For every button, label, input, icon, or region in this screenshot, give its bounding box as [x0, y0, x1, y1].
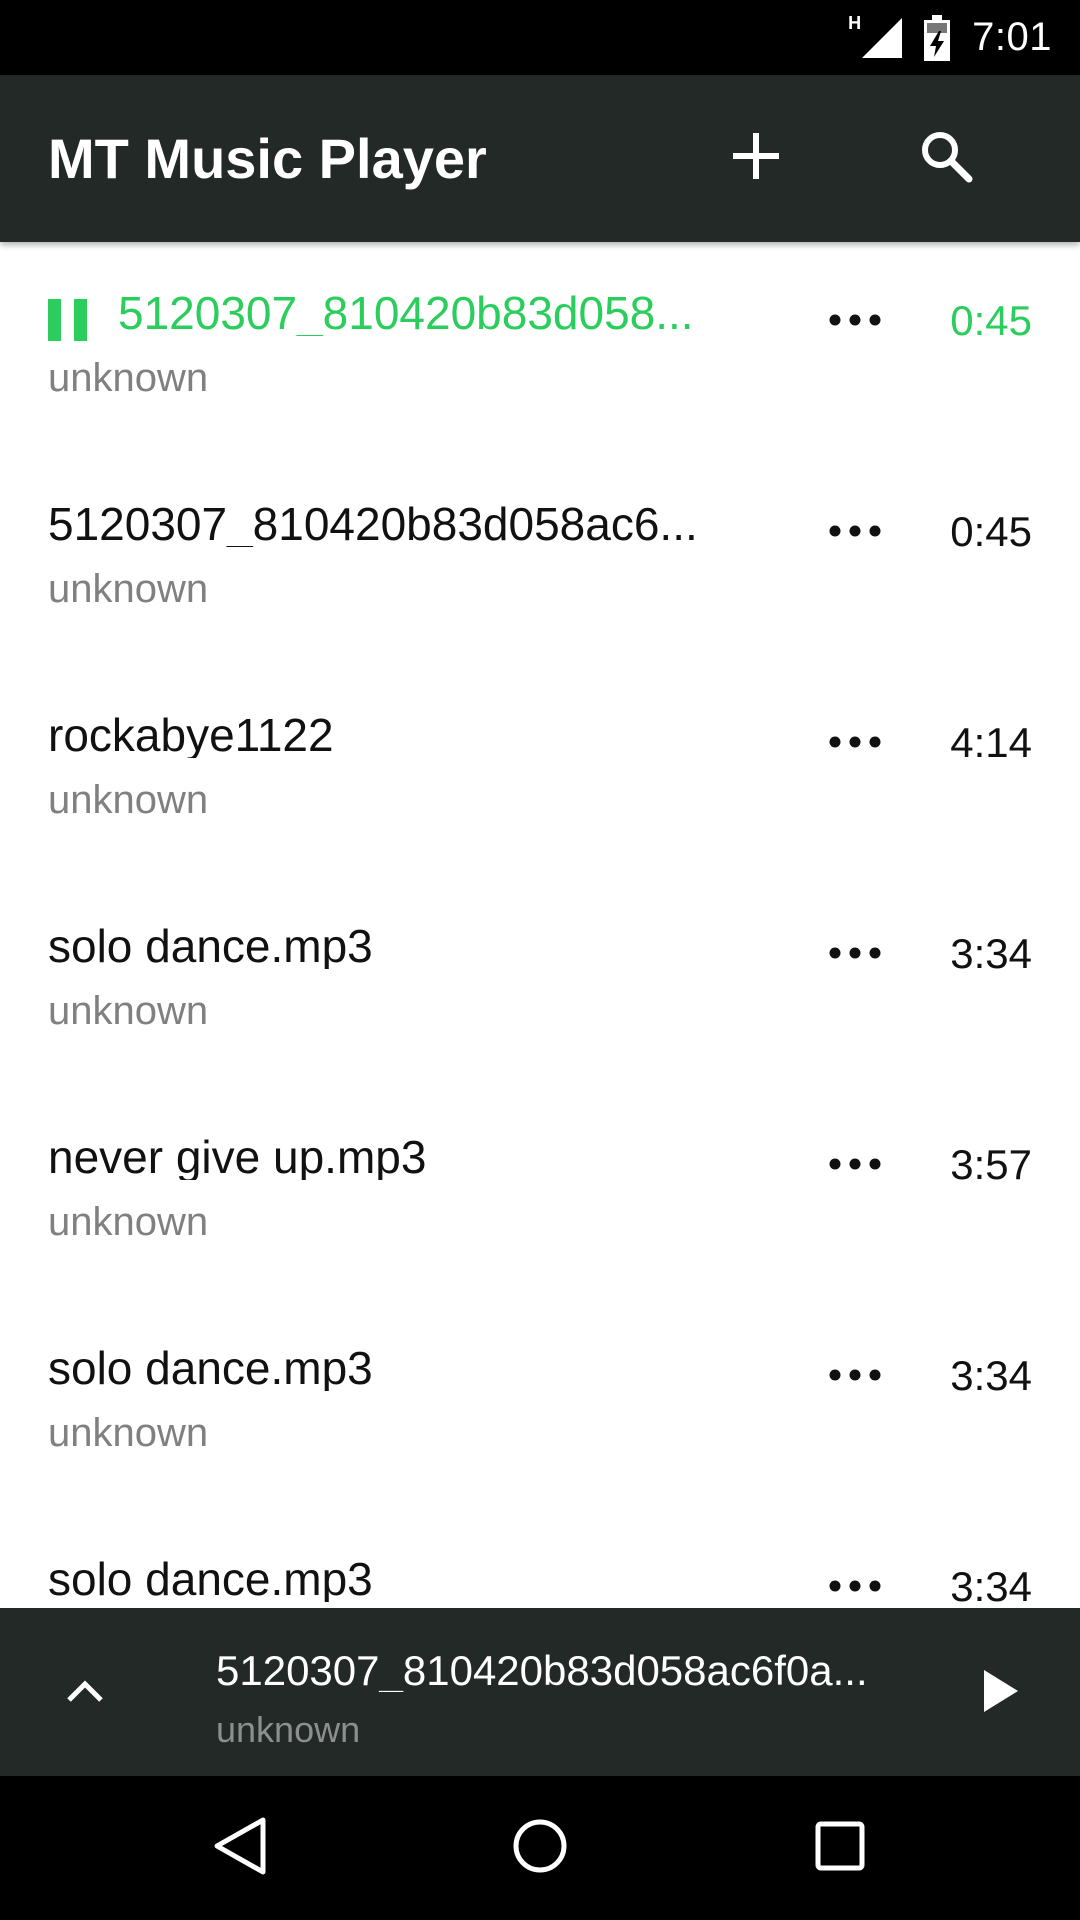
app-bar: MT Music Player	[0, 75, 1080, 242]
more-options-button[interactable]	[810, 923, 900, 987]
song-list: 5120307_810420b83d058... unknown 0:45 51…	[0, 242, 1080, 1608]
song-row[interactable]: solo dance.mp3 unknown 3:34	[0, 875, 1080, 1086]
song-row[interactable]: rockabye1122 unknown 4:14	[0, 664, 1080, 875]
more-options-button[interactable]	[810, 712, 900, 776]
home-icon	[512, 1818, 568, 1879]
signal-icon	[862, 17, 903, 58]
more-options-button[interactable]	[810, 1134, 900, 1198]
song-title: solo dance.mp3	[48, 923, 373, 969]
back-icon	[213, 1816, 267, 1881]
status-icons: H 7:01	[848, 0, 1052, 75]
song-row[interactable]: never give up.mp3 unknown 3:57	[0, 1086, 1080, 1297]
mini-player-title: 5120307_810420b83d058ac6f0a...	[216, 1650, 868, 1692]
song-duration: 3:34	[950, 1563, 1032, 1608]
more-options-button[interactable]	[810, 501, 900, 565]
play-icon	[982, 1669, 1018, 1717]
song-title: solo dance.mp3	[48, 1556, 373, 1602]
add-icon	[733, 132, 779, 184]
app-title: MT Music Player	[48, 127, 487, 190]
song-duration: 3:34	[950, 1352, 1032, 1399]
song-artist: unknown	[48, 778, 209, 822]
network-type-label: H	[848, 13, 862, 33]
more-horiz-icon	[829, 1368, 881, 1386]
song-artist: unknown	[48, 1411, 209, 1455]
song-row-now-playing[interactable]: 5120307_810420b83d058... unknown 0:45	[0, 242, 1080, 453]
song-duration: 3:34	[950, 930, 1032, 977]
song-duration: 0:45	[950, 508, 1032, 555]
song-title: rockabye1122	[48, 712, 334, 758]
recents-icon	[815, 1821, 865, 1876]
expand-player-button[interactable]	[40, 1648, 130, 1738]
more-options-button[interactable]	[810, 1556, 900, 1608]
add-button[interactable]	[711, 113, 801, 203]
more-horiz-icon	[829, 1579, 881, 1597]
song-row[interactable]: 5120307_810420b83d058ac6... unknown 0:45	[0, 453, 1080, 664]
song-artist: unknown	[48, 356, 209, 400]
more-options-button[interactable]	[810, 1345, 900, 1409]
song-artist: unknown	[48, 1200, 209, 1244]
song-title: 5120307_810420b83d058...	[118, 290, 694, 336]
more-horiz-icon	[829, 313, 881, 331]
song-duration: 3:57	[950, 1141, 1032, 1188]
recents-button[interactable]	[790, 1803, 890, 1893]
mini-player-artist: unknown	[216, 1709, 361, 1750]
status-bar: H 7:01	[0, 0, 1080, 75]
pause-icon[interactable]	[48, 299, 88, 341]
song-title: never give up.mp3	[48, 1134, 427, 1180]
more-horiz-icon	[829, 946, 881, 964]
back-button[interactable]	[190, 1803, 290, 1893]
status-time: 7:01	[972, 15, 1052, 59]
song-artist: unknown	[48, 989, 209, 1033]
mini-player[interactable]: 5120307_810420b83d058ac6f0a... unknown	[0, 1608, 1080, 1776]
search-button[interactable]	[901, 113, 991, 203]
more-horiz-icon	[829, 735, 881, 753]
chevron-up-icon	[65, 1678, 105, 1709]
app-screen: H 7:01 MT Music Player 5120307_810420b83…	[0, 0, 1080, 1920]
home-button[interactable]	[490, 1803, 590, 1893]
song-duration: 4:14	[950, 719, 1032, 766]
more-horiz-icon	[829, 524, 881, 542]
song-row[interactable]: solo dance.mp3 unknown 3:34	[0, 1508, 1080, 1608]
song-title: solo dance.mp3	[48, 1345, 373, 1391]
song-row[interactable]: solo dance.mp3 unknown 3:34	[0, 1297, 1080, 1508]
navigation-bar	[0, 1776, 1080, 1920]
more-horiz-icon	[829, 1157, 881, 1175]
song-artist: unknown	[48, 567, 209, 611]
play-button[interactable]	[955, 1648, 1045, 1738]
song-duration: 0:45	[950, 297, 1032, 344]
battery-charging-icon	[924, 14, 951, 61]
song-title: 5120307_810420b83d058ac6...	[48, 501, 698, 547]
more-options-button[interactable]	[810, 290, 900, 354]
search-icon	[919, 129, 973, 188]
